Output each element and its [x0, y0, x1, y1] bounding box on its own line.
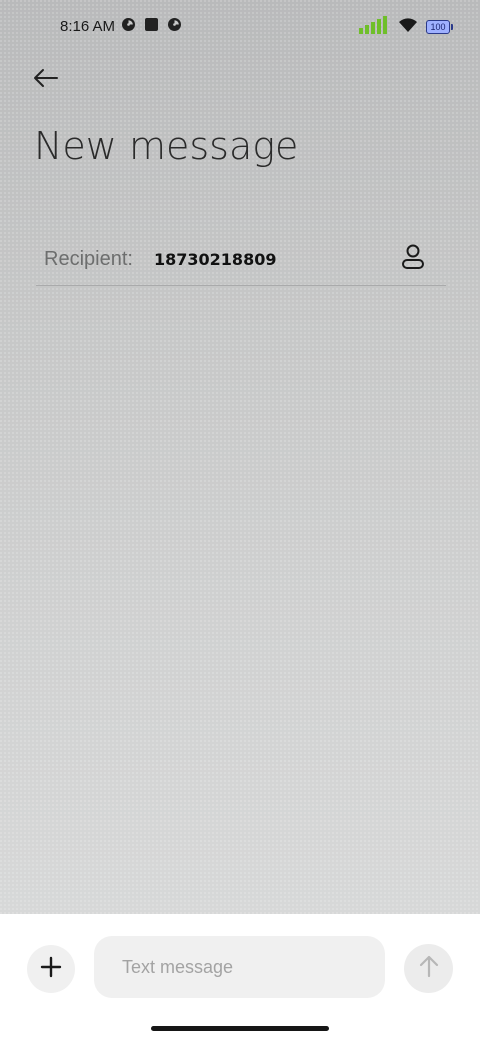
square-app-icon: [144, 17, 159, 37]
battery-level: 100: [430, 21, 446, 32]
new-message-screen: 8:16 AM 100 New message Recipient: 18730…: [0, 0, 480, 1040]
recipient-field[interactable]: Recipient: 18730218809: [36, 232, 446, 286]
cellular-signal-icon: [358, 15, 390, 40]
recipient-value[interactable]: 18730218809: [154, 250, 276, 269]
send-button[interactable]: [404, 944, 453, 993]
notification-circle-icon: [167, 17, 182, 37]
add-attachment-button[interactable]: [27, 945, 75, 993]
message-input[interactable]: [94, 936, 385, 998]
status-right-icons: 100: [358, 15, 453, 40]
person-icon: [400, 243, 426, 276]
wifi-icon: [398, 17, 418, 38]
battery-icon: 100: [426, 20, 453, 34]
plus-icon: [40, 956, 62, 983]
status-time: 8:16 AM: [60, 18, 116, 35]
composer-bar: [0, 914, 480, 1040]
arrow-up-icon: [418, 954, 440, 983]
notification-circle-icon: [121, 17, 136, 37]
back-button[interactable]: [28, 62, 64, 98]
page-title: New message: [34, 124, 299, 168]
arrow-left-icon: [33, 68, 59, 93]
home-indicator[interactable]: [151, 1026, 329, 1031]
status-left-icons: [121, 17, 182, 37]
status-bar: 8:16 AM 100: [0, 0, 480, 56]
recipient-label: Recipient:: [44, 248, 133, 270]
select-contact-button[interactable]: [398, 244, 428, 274]
